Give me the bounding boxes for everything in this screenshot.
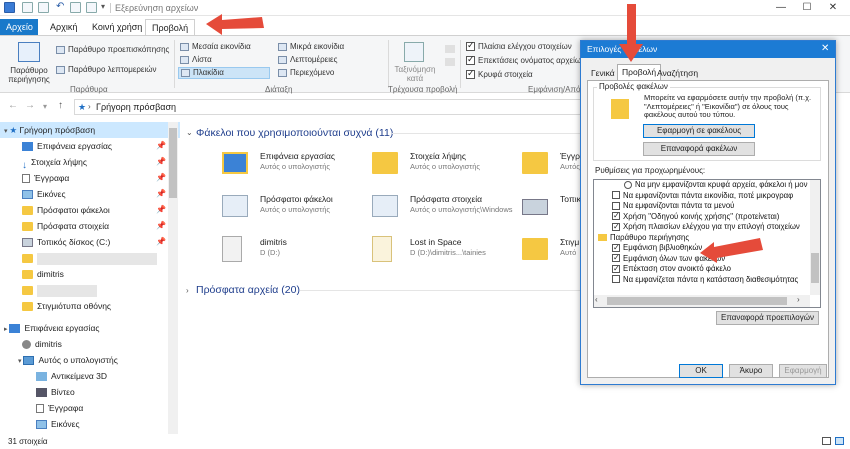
arrow-to-view-tab [206,14,264,35]
arrow-to-show-libraries [700,238,763,263]
annotation-arrows [206,4,763,263]
arrow-to-dialog-view-tab [619,4,643,62]
